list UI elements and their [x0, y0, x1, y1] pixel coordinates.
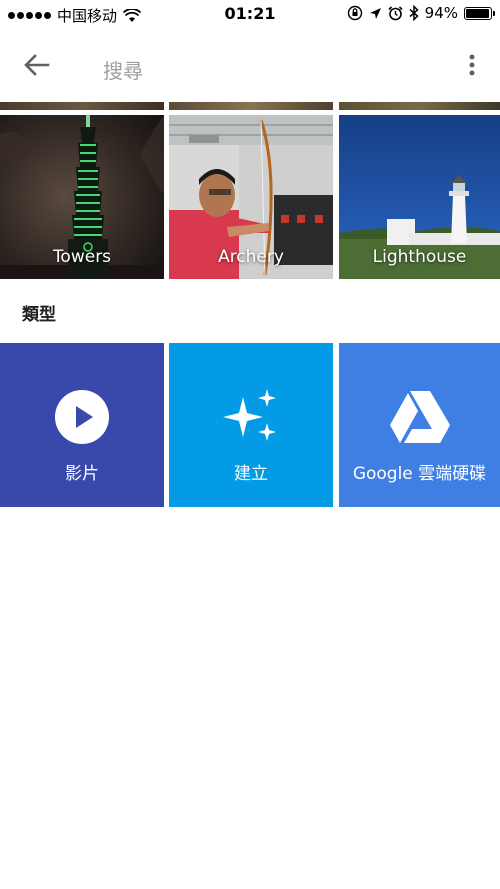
- photo-label: Towers: [52, 247, 112, 267]
- back-button[interactable]: [20, 50, 54, 80]
- more-vert-icon: [469, 54, 475, 76]
- battery-percent: 94%: [424, 4, 458, 22]
- partial-photo-tile[interactable]: [339, 102, 500, 110]
- types-row: 影片 建立 Google 雲端硬碟: [0, 343, 500, 507]
- type-label: 影片: [65, 464, 99, 484]
- google-drive-icon: [339, 389, 500, 445]
- photo-row: Towers Archery Lighthouse: [0, 115, 500, 279]
- search-input[interactable]: 搜尋: [103, 55, 143, 84]
- types-section-heading: 類型: [22, 305, 56, 325]
- status-bar: 中国移动 01:21 94%: [0, 0, 500, 28]
- partial-photo-tile[interactable]: [169, 102, 333, 110]
- battery-icon: [464, 6, 495, 20]
- photo-tile-archery[interactable]: Archery: [169, 115, 333, 279]
- play-circle-icon: [0, 389, 164, 445]
- partial-photo-tile[interactable]: [0, 102, 164, 110]
- status-right: 94%: [347, 4, 495, 22]
- orientation-lock-icon: [347, 5, 362, 21]
- type-tile-create[interactable]: 建立: [169, 343, 333, 507]
- sparkle-icon: [169, 389, 333, 445]
- photo-label: Archery: [218, 247, 284, 267]
- bluetooth-icon: [409, 5, 419, 21]
- app-bar: 搜尋: [0, 28, 500, 102]
- photo-tile-lighthouse[interactable]: Lighthouse: [339, 115, 500, 279]
- photo-tile-towers[interactable]: Towers: [0, 115, 164, 279]
- alarm-icon: [388, 5, 403, 20]
- type-label: 建立: [234, 464, 268, 484]
- battery-level: [466, 8, 489, 18]
- arrow-back-icon: [24, 54, 50, 76]
- partial-photo-row: [0, 102, 500, 110]
- type-label: Google 雲端硬碟: [352, 464, 487, 484]
- type-tile-videos[interactable]: 影片: [0, 343, 164, 507]
- location-arrow-icon: [369, 7, 381, 19]
- type-tile-google-drive[interactable]: Google 雲端硬碟: [339, 343, 500, 507]
- photo-label: Lighthouse: [372, 247, 467, 267]
- more-options-button[interactable]: [462, 50, 482, 80]
